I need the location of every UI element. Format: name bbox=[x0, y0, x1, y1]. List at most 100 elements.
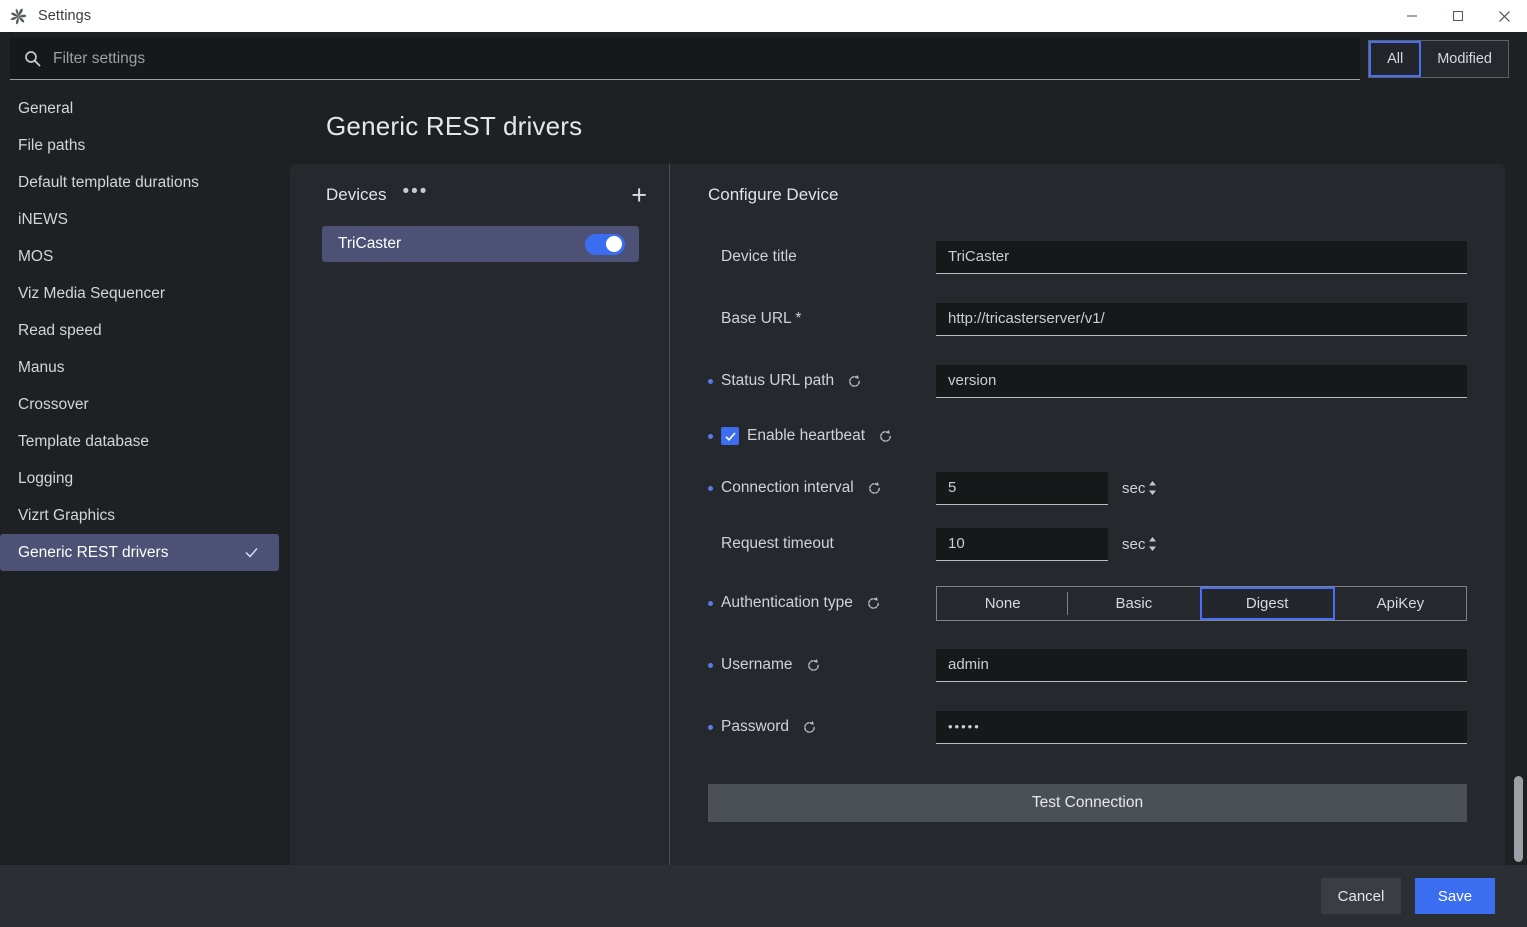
field-base-url: Base URL * bbox=[708, 288, 1467, 350]
stepper-arrows-icon[interactable] bbox=[1147, 535, 1158, 553]
authentication-type-segmented: None Basic Digest ApiKey bbox=[936, 585, 1467, 621]
field-label: Authentication type bbox=[708, 594, 936, 612]
pinwheel-logo-icon bbox=[9, 7, 28, 26]
field-control: sec bbox=[936, 527, 1467, 561]
field-password: Password bbox=[708, 696, 1467, 758]
window-controls bbox=[1389, 0, 1527, 32]
title-bar-left: Settings bbox=[0, 7, 91, 26]
device-enable-toggle[interactable] bbox=[585, 233, 625, 255]
field-device-title: Device title bbox=[708, 226, 1467, 288]
maximize-icon[interactable] bbox=[1435, 0, 1481, 32]
sidebar-item-read-speed[interactable]: Read speed bbox=[0, 312, 279, 349]
request-timeout-input[interactable] bbox=[948, 535, 1147, 552]
modified-bullet-icon bbox=[708, 433, 713, 439]
device-name: TriCaster bbox=[338, 235, 402, 252]
settings-sidebar: General File paths Default template dura… bbox=[0, 86, 290, 865]
list-item[interactable]: TriCaster bbox=[322, 226, 639, 262]
close-icon[interactable] bbox=[1481, 0, 1527, 32]
password-input[interactable] bbox=[936, 710, 1467, 744]
sidebar-item-label: iNEWS bbox=[18, 210, 68, 228]
status-url-path-input[interactable] bbox=[936, 364, 1467, 398]
save-button[interactable]: Save bbox=[1415, 878, 1495, 914]
field-request-timeout: Request timeout 10 sec bbox=[708, 516, 1467, 572]
username-input[interactable] bbox=[936, 648, 1467, 682]
enable-heartbeat-checkbox[interactable] bbox=[721, 427, 739, 445]
filter-option-modified[interactable]: Modified bbox=[1421, 41, 1508, 77]
field-label: Username bbox=[708, 656, 936, 674]
request-timeout-stepper[interactable] bbox=[936, 527, 1156, 561]
test-connection-button[interactable]: Test Connection bbox=[708, 784, 1467, 822]
connection-interval-label: Connection interval bbox=[721, 479, 854, 496]
filter-bar: All Modified bbox=[0, 32, 1527, 86]
auth-option-basic[interactable]: Basic bbox=[1068, 586, 1200, 620]
field-label: Base URL * bbox=[708, 310, 936, 328]
search-icon bbox=[24, 50, 41, 67]
field-control bbox=[936, 364, 1467, 398]
window-title: Settings bbox=[38, 8, 92, 24]
toggle-knob bbox=[606, 236, 622, 252]
sidebar-item-label: Template database bbox=[18, 432, 149, 450]
sidebar-item-label: Default template durations bbox=[18, 173, 199, 191]
sidebar-item-vizrt-graphics[interactable]: Vizrt Graphics bbox=[0, 497, 279, 534]
sidebar-item-logging[interactable]: Logging bbox=[0, 460, 279, 497]
sidebar-item-default-template-durations[interactable]: Default template durations bbox=[0, 164, 279, 201]
field-username: Username bbox=[708, 634, 1467, 696]
field-label: Password bbox=[708, 718, 936, 736]
configure-device-column: Configure Device Device title TriCaster … bbox=[670, 164, 1505, 865]
filter-scope-toggle: All Modified bbox=[1368, 40, 1509, 78]
reset-icon[interactable] bbox=[806, 658, 821, 673]
sidebar-item-mos[interactable]: MOS bbox=[0, 238, 279, 275]
filter-option-all[interactable]: All bbox=[1369, 41, 1422, 77]
auth-option-digest[interactable]: Digest bbox=[1199, 586, 1335, 620]
device-title-input[interactable] bbox=[936, 240, 1467, 274]
reset-icon[interactable] bbox=[866, 596, 881, 611]
sidebar-item-crossover[interactable]: Crossover bbox=[0, 386, 279, 423]
base-url-label: Base URL * bbox=[721, 310, 802, 327]
sidebar-item-template-database[interactable]: Template database bbox=[0, 423, 279, 460]
vertical-scrollbar-thumb[interactable] bbox=[1514, 776, 1523, 862]
modified-bullet-icon bbox=[708, 724, 713, 730]
sidebar-item-label: Viz Media Sequencer bbox=[18, 284, 166, 302]
field-status-url-path: Status URL path bbox=[708, 350, 1467, 412]
connection-interval-input[interactable] bbox=[948, 479, 1147, 496]
field-enable-heartbeat: Enable heartbeat bbox=[708, 412, 1467, 460]
sidebar-item-label: General bbox=[18, 99, 74, 117]
field-control: None Basic Digest ApiKey bbox=[936, 585, 1467, 621]
modified-bullet-icon bbox=[708, 662, 713, 668]
sidebar-item-file-paths[interactable]: File paths bbox=[0, 127, 279, 164]
more-dots-icon[interactable]: ••• bbox=[402, 182, 428, 203]
sidebar-item-viz-media-sequencer[interactable]: Viz Media Sequencer bbox=[0, 275, 279, 312]
sidebar-item-label: Logging bbox=[18, 469, 74, 487]
configure-form: Configure Device Device title TriCaster … bbox=[670, 164, 1505, 758]
connection-interval-stepper[interactable] bbox=[936, 471, 1156, 505]
settings-window: Settings All bbox=[0, 0, 1527, 927]
base-url-input[interactable] bbox=[936, 302, 1467, 336]
cancel-button[interactable]: Cancel bbox=[1321, 878, 1401, 914]
configure-title: Configure Device bbox=[708, 185, 839, 204]
auth-option-none[interactable]: None bbox=[937, 586, 1069, 620]
status-url-path-label: Status URL path bbox=[721, 372, 835, 389]
sidebar-item-general[interactable]: General bbox=[0, 90, 279, 127]
stepper-arrows-icon[interactable] bbox=[1147, 479, 1158, 497]
password-label: Password bbox=[721, 718, 790, 735]
search-box[interactable] bbox=[10, 38, 1361, 80]
page-title: Generic REST drivers bbox=[326, 111, 583, 141]
plus-icon[interactable]: + bbox=[631, 182, 647, 209]
minimize-icon[interactable] bbox=[1389, 0, 1435, 32]
field-control: sec bbox=[936, 471, 1467, 505]
sidebar-item-label: File paths bbox=[18, 136, 86, 154]
drivers-panel: Devices ••• + TriCaster Configure Device… bbox=[290, 164, 1505, 865]
field-control bbox=[936, 648, 1467, 682]
sidebar-item-manus[interactable]: Manus bbox=[0, 349, 279, 386]
sidebar-item-label: Vizrt Graphics bbox=[18, 506, 116, 524]
reset-icon[interactable] bbox=[878, 429, 893, 444]
auth-option-apikey[interactable]: ApiKey bbox=[1334, 586, 1466, 620]
sidebar-item-generic-rest-drivers[interactable]: Generic REST drivers bbox=[0, 534, 279, 571]
field-authentication-type: Authentication type None Basic Digest Ap… bbox=[708, 572, 1467, 634]
sidebar-item-inews[interactable]: iNEWS bbox=[0, 201, 279, 238]
reset-icon[interactable] bbox=[802, 720, 817, 735]
reset-icon[interactable] bbox=[847, 374, 862, 389]
modified-bullet-icon bbox=[708, 600, 713, 606]
reset-icon[interactable] bbox=[867, 481, 882, 496]
search-input[interactable] bbox=[53, 49, 1361, 68]
